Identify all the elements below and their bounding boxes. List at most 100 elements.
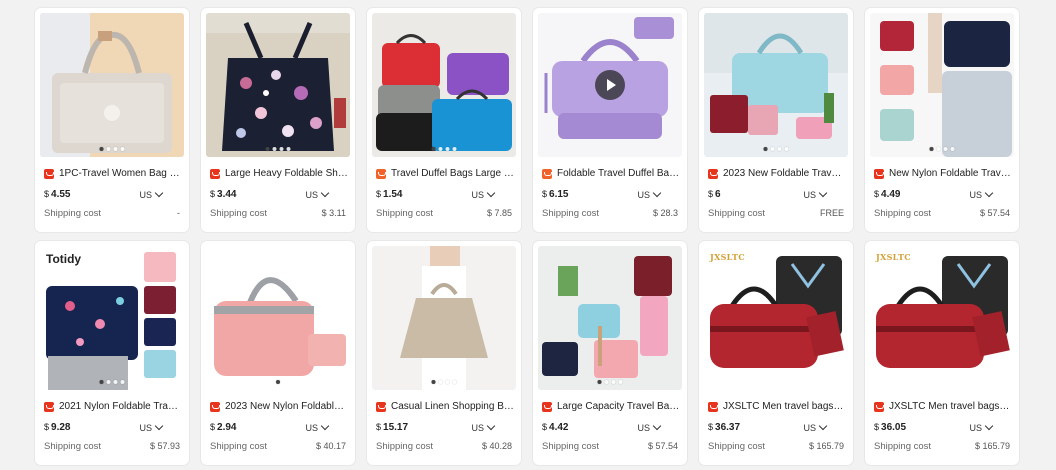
product-title[interactable]: Large Capacity Travel Bag ... <box>557 401 680 412</box>
region-selector[interactable]: US <box>637 188 662 200</box>
region-selector[interactable]: US <box>139 421 164 433</box>
shipping-cost: $ 7.85 <box>486 208 512 218</box>
region-selector[interactable]: US <box>969 188 994 200</box>
region-selector[interactable]: US <box>803 421 828 433</box>
product-image[interactable] <box>704 13 848 157</box>
chevron-down-icon <box>154 421 164 431</box>
shipping-cost: $ 3.11 <box>321 208 346 218</box>
region-selector[interactable]: US <box>305 421 330 433</box>
product-image[interactable] <box>372 13 516 157</box>
product-title[interactable]: 2023 New Nylon Foldable ... <box>225 401 348 412</box>
chevron-down-icon <box>486 421 496 431</box>
product-image[interactable]: Totidy <box>40 246 184 390</box>
product-image[interactable] <box>538 246 682 390</box>
product-title[interactable]: New Nylon Foldable Travel... <box>889 168 1012 179</box>
shipping-cost: $ 40.17 <box>315 441 346 451</box>
product-image[interactable] <box>372 246 516 390</box>
product-title[interactable]: Large Heavy Foldable Sho... <box>225 168 348 179</box>
product-card[interactable]: Large Capacity Travel Bag ... $4.42 US S… <box>533 241 687 465</box>
store-icon <box>874 401 884 412</box>
shipping-label: Shipping cost <box>210 441 268 452</box>
product-image[interactable] <box>206 13 350 157</box>
store-icon <box>542 401 552 412</box>
product-grid: 1PC-Travel Women Bag O... $4.55 US Shipp… <box>0 0 1056 465</box>
product-image[interactable] <box>206 246 350 390</box>
chevron-down-icon <box>320 421 330 431</box>
store-icon <box>542 168 552 179</box>
shipping-cost: - <box>177 208 180 218</box>
store-icon <box>708 401 718 412</box>
region-selector[interactable]: US <box>305 188 330 200</box>
region-selector[interactable]: US <box>803 188 828 200</box>
chevron-down-icon <box>154 188 164 198</box>
product-title[interactable]: Travel Duffel Bags Large F... <box>391 168 514 179</box>
store-icon <box>376 168 386 179</box>
image-carousel-dots[interactable] <box>99 147 125 151</box>
store-icon <box>44 168 54 179</box>
store-icon <box>44 401 54 412</box>
region-selector[interactable]: US <box>471 421 496 433</box>
image-carousel-dots[interactable] <box>431 380 457 384</box>
image-carousel-dots[interactable] <box>597 380 623 384</box>
product-card[interactable]: JXSLTC JXSLTC Men travel bags fo... $36.… <box>865 241 1019 465</box>
product-price: $15.17 <box>376 422 409 433</box>
product-title[interactable]: JXSLTC Men travel bags fo... <box>723 401 846 412</box>
product-title[interactable]: Foldable Travel Duffel Bag... <box>557 168 680 179</box>
product-card[interactable]: Travel Duffel Bags Large F... $1.54 US S… <box>367 8 521 232</box>
product-image[interactable] <box>538 13 682 157</box>
product-card[interactable]: New Nylon Foldable Travel... $4.49 US Sh… <box>865 8 1019 232</box>
product-price: $6 <box>708 189 721 200</box>
image-carousel-dots[interactable] <box>276 380 280 384</box>
play-video-icon[interactable] <box>595 70 625 100</box>
shipping-cost: $ 165.79 <box>808 441 844 451</box>
product-card[interactable]: Casual Linen Shopping Ba... $15.17 US Sh… <box>367 241 521 465</box>
shipping-label: Shipping cost <box>708 441 766 452</box>
product-image[interactable]: JXSLTC <box>704 246 848 390</box>
shipping-label: Shipping cost <box>874 208 932 219</box>
chevron-down-icon <box>984 188 994 198</box>
shipping-cost: $ 57.54 <box>979 208 1010 218</box>
region-selector[interactable]: US <box>139 188 164 200</box>
shipping-cost: $ 57.93 <box>149 441 180 451</box>
shipping-label: Shipping cost <box>210 208 268 219</box>
image-carousel-dots[interactable] <box>763 147 789 151</box>
product-title[interactable]: JXSLTC Men travel bags fo... <box>889 401 1012 412</box>
image-carousel-dots[interactable] <box>99 380 125 384</box>
store-icon <box>210 401 220 412</box>
chevron-down-icon <box>652 421 662 431</box>
image-carousel-dots[interactable] <box>929 147 955 151</box>
product-price: $36.37 <box>708 422 741 433</box>
product-price: $3.44 <box>210 189 237 200</box>
shipping-label: Shipping cost <box>376 208 434 219</box>
product-image[interactable] <box>40 13 184 157</box>
product-card[interactable]: JXSLTC JXSLTC Men travel bags fo... $36.… <box>699 241 853 465</box>
store-icon <box>874 168 884 179</box>
product-title[interactable]: 2023 New Foldable Travel ... <box>723 168 846 179</box>
product-card[interactable]: Foldable Travel Duffel Bag... $6.15 US S… <box>533 8 687 232</box>
product-title[interactable]: 2021 Nylon Foldable Trave... <box>59 401 182 412</box>
product-card[interactable]: 2023 New Foldable Travel ... $6 US Shipp… <box>699 8 853 232</box>
chevron-down-icon <box>652 188 662 198</box>
chevron-down-icon <box>320 188 330 198</box>
image-carousel-dots[interactable] <box>265 147 291 151</box>
product-price: $1.54 <box>376 189 403 200</box>
product-image[interactable]: JXSLTC <box>870 246 1014 390</box>
product-card[interactable]: Totidy 2021 Nylon Foldable Trave... $9.2… <box>35 241 189 465</box>
region-selector[interactable]: US <box>471 188 496 200</box>
product-image[interactable] <box>870 13 1014 157</box>
product-title[interactable]: 1PC-Travel Women Bag O... <box>59 168 182 179</box>
region-selector[interactable]: US <box>637 421 662 433</box>
product-title[interactable]: Casual Linen Shopping Ba... <box>391 401 514 412</box>
shipping-label: Shipping cost <box>542 441 600 452</box>
product-card[interactable]: 1PC-Travel Women Bag O... $4.55 US Shipp… <box>35 8 189 232</box>
product-price: $36.05 <box>874 422 907 433</box>
product-price: $9.28 <box>44 422 71 433</box>
brand-logo: Totidy <box>46 252 82 266</box>
product-card[interactable]: 2023 New Nylon Foldable ... $2.94 US Shi… <box>201 241 355 465</box>
shipping-label: Shipping cost <box>542 208 600 219</box>
image-carousel-dots[interactable] <box>431 147 457 151</box>
region-selector[interactable]: US <box>969 421 994 433</box>
chevron-down-icon <box>818 421 828 431</box>
shipping-cost: $ 57.54 <box>647 441 678 451</box>
product-card[interactable]: Large Heavy Foldable Sho... $3.44 US Shi… <box>201 8 355 232</box>
